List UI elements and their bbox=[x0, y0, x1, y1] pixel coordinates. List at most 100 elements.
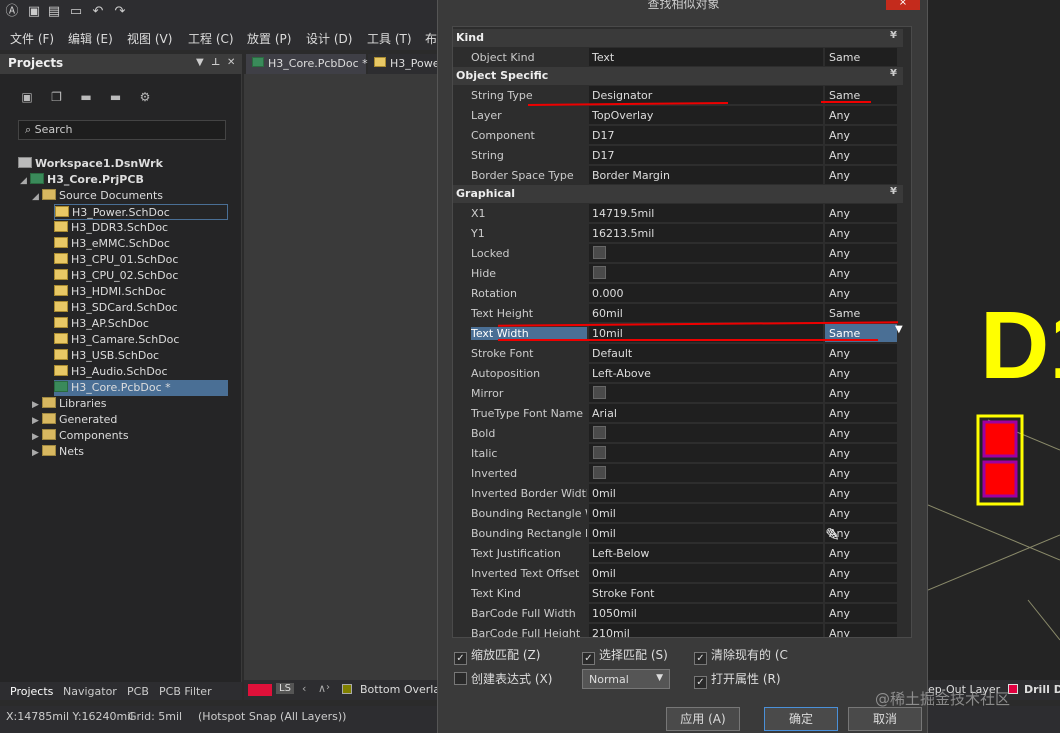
property-match[interactable]: Any bbox=[825, 166, 897, 184]
property-checkbox[interactable] bbox=[593, 266, 606, 279]
doc-item[interactable]: H3_USB.SchDoc bbox=[54, 348, 159, 364]
property-value[interactable]: Default bbox=[589, 344, 823, 362]
grid-row[interactable]: Bold Any bbox=[453, 423, 903, 443]
workspace-item[interactable]: Workspace1.DsnWrk bbox=[18, 156, 163, 172]
dialog-close-button[interactable]: × bbox=[886, 0, 920, 10]
property-value[interactable]: 14719.5mil bbox=[589, 204, 823, 222]
project-item[interactable]: ◢ H3_Core.PrjPCB bbox=[20, 172, 144, 188]
menu-design[interactable]: 设计 (D) bbox=[306, 30, 352, 47]
pin-icon[interactable]: ⊥ bbox=[211, 57, 220, 68]
select-match-checkbox[interactable]: ✓ bbox=[582, 652, 595, 665]
property-match[interactable]: Any bbox=[825, 204, 897, 222]
property-match[interactable]: Any bbox=[825, 126, 897, 144]
open-properties-option[interactable]: ✓ 打开属性 (R) bbox=[694, 670, 781, 689]
property-value[interactable]: 0mil bbox=[589, 524, 823, 542]
grid-row[interactable]: Component D17 Any bbox=[453, 125, 903, 145]
expand-icon[interactable]: ▶ bbox=[32, 429, 42, 445]
menu-place[interactable]: 放置 (P) bbox=[247, 30, 291, 47]
expand-icon[interactable]: ▶ bbox=[32, 397, 42, 413]
doc-item[interactable]: H3_CPU_01.SchDoc bbox=[54, 252, 178, 268]
grid-row[interactable]: Text Height 60mil Same bbox=[453, 303, 903, 323]
doc-item[interactable]: H3_AP.SchDoc bbox=[54, 316, 149, 332]
property-match[interactable]: Any bbox=[825, 404, 897, 422]
property-match[interactable]: Any bbox=[825, 424, 897, 442]
property-value[interactable]: Arial bbox=[589, 404, 823, 422]
property-match[interactable]: Any bbox=[825, 444, 897, 462]
property-value[interactable] bbox=[589, 244, 823, 262]
property-match[interactable]: Any bbox=[825, 484, 897, 502]
tab-navigator[interactable]: Navigator bbox=[63, 685, 117, 698]
grid-row[interactable]: Text Kind Stroke Font Any bbox=[453, 583, 903, 603]
component-designator[interactable]: D1 bbox=[980, 292, 1060, 399]
property-match[interactable]: Any bbox=[825, 504, 897, 522]
property-match[interactable]: Any bbox=[825, 284, 897, 302]
collapse-icon[interactable]: ¥ bbox=[890, 30, 897, 41]
grid-row[interactable]: Text Justification Left-Below Any bbox=[453, 543, 903, 563]
property-value[interactable] bbox=[589, 384, 823, 402]
collapse-icon[interactable]: ¥ bbox=[890, 186, 897, 197]
grid-row[interactable]: Border Space Type Border Margin Any bbox=[453, 165, 903, 185]
property-match[interactable]: Any bbox=[825, 384, 897, 402]
section-graphical[interactable]: Graphical ¥ bbox=[453, 185, 903, 203]
property-match[interactable]: Any bbox=[825, 544, 897, 562]
match-dropdown-icon[interactable]: ▼ bbox=[895, 324, 903, 335]
bottom-overlay-label[interactable]: Bottom Overla bbox=[360, 683, 440, 696]
expand-icon[interactable]: ▶ bbox=[32, 413, 42, 429]
property-value[interactable] bbox=[589, 444, 823, 462]
doc-item[interactable]: H3_eMMC.SchDoc bbox=[54, 236, 170, 252]
doc-item[interactable]: H3_HDMI.SchDoc bbox=[54, 284, 166, 300]
doc-item[interactable]: H3_DDR3.SchDoc bbox=[54, 220, 168, 236]
grid-row[interactable]: Object Kind Text Same bbox=[453, 47, 903, 67]
menu-view[interactable]: 视图 (V) bbox=[127, 30, 172, 47]
gear-icon[interactable]: ⚙ bbox=[136, 90, 154, 106]
panel-menu-icon[interactable]: ▼ bbox=[196, 57, 204, 68]
property-match[interactable]: Same bbox=[825, 48, 897, 66]
property-value[interactable] bbox=[589, 264, 823, 282]
property-value[interactable]: D17 bbox=[589, 126, 823, 144]
copy-icon[interactable]: ❐ bbox=[48, 90, 66, 106]
source-documents-folder[interactable]: ◢ Source Documents bbox=[32, 188, 163, 204]
property-value[interactable]: D17 bbox=[589, 146, 823, 164]
open-folder-icon[interactable]: ▭ bbox=[68, 4, 84, 20]
collapse-icon[interactable]: ¥ bbox=[890, 68, 897, 79]
grid-row[interactable]: Y1 16213.5mil Any bbox=[453, 223, 903, 243]
apply-button[interactable]: 应用 (A) bbox=[666, 707, 740, 731]
property-value[interactable]: 0.000 bbox=[589, 284, 823, 302]
pcb-canvas-right[interactable]: D1 bbox=[927, 0, 1060, 680]
section-object-specific[interactable]: Object Specific ¥ bbox=[453, 67, 903, 85]
cancel-button[interactable]: 取消 bbox=[848, 707, 922, 731]
libraries-folder[interactable]: ▶ Libraries bbox=[32, 396, 107, 412]
close-icon[interactable]: ✕ bbox=[227, 57, 235, 68]
property-match[interactable]: Any bbox=[825, 464, 897, 482]
ok-button[interactable]: 确定 bbox=[764, 707, 838, 731]
collapse-icon[interactable]: ◢ bbox=[32, 189, 42, 205]
property-value[interactable]: 60mil bbox=[589, 304, 823, 322]
property-value[interactable]: 0mil bbox=[589, 564, 823, 582]
grid-row[interactable]: Layer TopOverlay Any bbox=[453, 105, 903, 125]
pad-1[interactable] bbox=[982, 420, 1018, 458]
doc-item[interactable]: H3_Power.SchDoc bbox=[54, 204, 228, 220]
grid-row[interactable]: Mirror Any bbox=[453, 383, 903, 403]
layer-color-swatch[interactable] bbox=[248, 684, 272, 696]
menu-more[interactable]: 布 bbox=[425, 30, 437, 47]
property-checkbox[interactable] bbox=[593, 246, 606, 259]
property-value[interactable]: Left-Below bbox=[589, 544, 823, 562]
grid-row[interactable]: Inverted Text Offset 0mil Any bbox=[453, 563, 903, 583]
grid-row[interactable]: Bounding Rectangle W 0mil Any bbox=[453, 503, 903, 523]
doc-item[interactable]: H3_Audio.SchDoc bbox=[54, 364, 168, 380]
folder-icon[interactable]: ▬ bbox=[77, 90, 95, 106]
property-value[interactable] bbox=[589, 424, 823, 442]
section-kind[interactable]: Kind ¥ bbox=[453, 29, 903, 47]
pad-2[interactable] bbox=[982, 460, 1018, 498]
property-match[interactable]: Any bbox=[825, 264, 897, 282]
property-value[interactable]: 0mil bbox=[589, 484, 823, 502]
property-value[interactable]: Stroke Font bbox=[589, 584, 823, 602]
property-value[interactable]: 16213.5mil bbox=[589, 224, 823, 242]
grid-row[interactable]: BarCode Full Width 1050mil Any bbox=[453, 603, 903, 623]
property-checkbox[interactable] bbox=[593, 386, 606, 399]
save-icon[interactable]: ▣ bbox=[18, 90, 36, 106]
menu-edit[interactable]: 编辑 (E) bbox=[68, 30, 113, 47]
property-match[interactable]: Any bbox=[825, 244, 897, 262]
property-value[interactable] bbox=[589, 464, 823, 482]
zoom-match-checkbox[interactable]: ✓ bbox=[454, 652, 467, 665]
